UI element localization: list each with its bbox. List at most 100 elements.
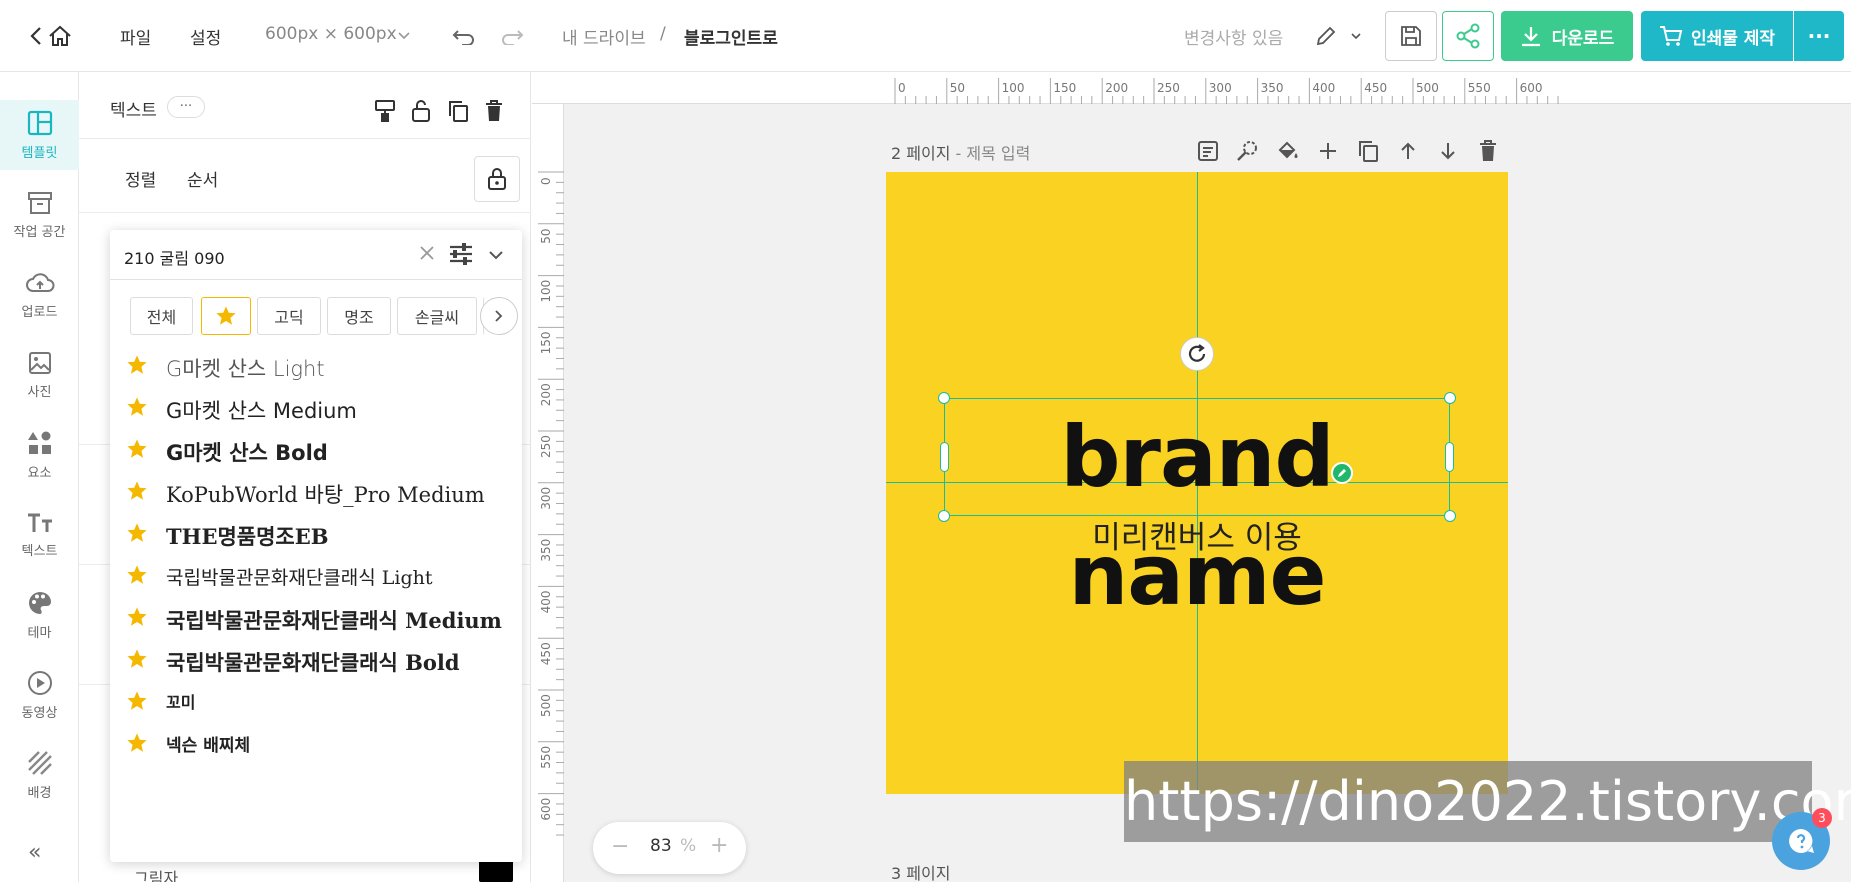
- panel-title: 텍스트: [110, 101, 157, 121]
- rail-label: 작업 공간: [13, 224, 66, 240]
- star-icon[interactable]: [126, 648, 148, 674]
- shadow-color-swatch[interactable]: [479, 860, 513, 882]
- undo-icon[interactable]: [448, 20, 480, 52]
- breadcrumb-current[interactable]: 블로그인트로: [684, 24, 778, 49]
- move-page-down-icon[interactable]: [1433, 136, 1463, 166]
- star-icon[interactable]: [126, 564, 148, 590]
- font-option[interactable]: 국립박물관문화재단클래식 Light: [110, 554, 522, 596]
- unlock-icon[interactable]: [406, 96, 436, 126]
- chevron-down-icon[interactable]: [488, 247, 504, 266]
- font-option[interactable]: G마켓 산스 Medium: [110, 386, 522, 428]
- chip-all[interactable]: 전체: [130, 297, 193, 335]
- ruler-top: 0 50 100 150 200 250 300 350 400 450 500 550 600: [532, 72, 1851, 104]
- rail-item-background[interactable]: 배경: [0, 740, 79, 810]
- print-order-button[interactable]: 인쇄물 제작: [1641, 11, 1793, 61]
- chip-handwriting[interactable]: 손글씨: [397, 297, 477, 335]
- text-icon: [27, 513, 52, 532]
- download-label: 다운로드: [1551, 28, 1615, 49]
- rail-item-text[interactable]: 텍스트: [0, 500, 79, 570]
- download-button[interactable]: 다운로드: [1501, 11, 1633, 61]
- share-button[interactable]: [1442, 11, 1494, 61]
- ruler-left-label: 450: [539, 642, 553, 665]
- star-icon[interactable]: [126, 606, 148, 632]
- chip-favorites[interactable]: [201, 297, 251, 335]
- font-option[interactable]: G마켓 산스 Bold: [110, 428, 522, 470]
- rail-item-theme[interactable]: 테마: [0, 580, 79, 650]
- chip-myeongjo[interactable]: 명조: [327, 297, 391, 335]
- duplicate-page-icon[interactable]: [1353, 136, 1383, 166]
- trash-icon[interactable]: [479, 96, 509, 126]
- rail-label: 텍스트: [21, 543, 58, 559]
- chevron-down-icon[interactable]: [388, 20, 420, 52]
- chips-next-button[interactable]: [480, 297, 518, 335]
- zoom-out-button[interactable]: −: [611, 834, 629, 859]
- font-option[interactable]: G마켓 산스 Light: [110, 344, 522, 386]
- font-search-input[interactable]: 210 굴림 090: [124, 245, 225, 269]
- watermark-url: https://dino2022.tistory.com: [1124, 761, 1851, 842]
- star-icon[interactable]: [126, 690, 148, 716]
- rotate-handle[interactable]: [1180, 337, 1214, 371]
- star-icon[interactable]: [126, 522, 148, 548]
- file-menu[interactable]: 파일: [120, 24, 151, 49]
- star-icon[interactable]: [126, 354, 148, 380]
- rail-item-upload[interactable]: 업로드: [0, 260, 79, 330]
- ruler-top-label: 400: [1312, 81, 1335, 95]
- font-option-label: THE명품명조EB: [166, 524, 329, 549]
- delete-page-icon[interactable]: [1473, 136, 1503, 166]
- zoom-in-button[interactable]: +: [710, 833, 728, 858]
- star-icon[interactable]: [126, 396, 148, 422]
- font-option[interactable]: 넥슨 배찌체: [110, 722, 522, 764]
- star-icon[interactable]: [126, 438, 148, 464]
- copy-icon[interactable]: [443, 96, 473, 126]
- chip-gothic[interactable]: 고딕: [257, 297, 321, 335]
- font-option[interactable]: 국립박물관문화재단클래식 Medium: [110, 596, 522, 638]
- rail-item-photo[interactable]: 사진: [0, 340, 79, 410]
- clear-icon[interactable]: [418, 244, 436, 266]
- zoom-value[interactable]: 83: [650, 836, 672, 856]
- brand-name-text[interactable]: brand name: [944, 398, 1450, 624]
- page-label: 2 페이지 - 제목 입력: [891, 140, 1030, 164]
- font-option[interactable]: KoPubWorld 바탕_Pro Medium: [110, 470, 522, 512]
- settings-menu[interactable]: 설정: [190, 24, 221, 49]
- home-icon[interactable]: [44, 20, 76, 52]
- subtitle-text[interactable]: 미리캔버스 이용: [886, 512, 1508, 557]
- order-tab[interactable]: 순서: [187, 166, 218, 191]
- move-page-up-icon[interactable]: [1393, 136, 1423, 166]
- align-tab[interactable]: 정렬: [125, 166, 156, 191]
- font-option[interactable]: 꼬미: [110, 680, 522, 722]
- paint-bucket-icon[interactable]: [1273, 136, 1303, 166]
- rail-item-template[interactable]: 템플릿: [0, 100, 79, 170]
- print-order-label: 인쇄물 제작: [1690, 28, 1776, 49]
- star-icon[interactable]: [126, 480, 148, 506]
- filter-sliders-icon[interactable]: [448, 242, 474, 270]
- rail-item-workspace[interactable]: 작업 공간: [0, 180, 79, 250]
- star-icon[interactable]: [126, 732, 148, 758]
- magic-wand-icon[interactable]: [1233, 136, 1263, 166]
- memo-icon[interactable]: [1193, 136, 1223, 166]
- breadcrumb-root[interactable]: 내 드라이브: [562, 24, 646, 49]
- lock-button[interactable]: [474, 156, 520, 202]
- save-button[interactable]: [1385, 11, 1437, 61]
- chevron-down-icon[interactable]: [1340, 20, 1372, 52]
- rail-label: 배경: [27, 785, 52, 801]
- rail-item-elements[interactable]: 요소: [0, 420, 79, 490]
- page-title-input[interactable]: - 제목 입력: [956, 144, 1031, 163]
- more-options-button[interactable]: ···: [1794, 11, 1844, 61]
- star-icon: [216, 306, 236, 325]
- ruler-top-label: 150: [1053, 81, 1076, 95]
- redo-icon[interactable]: [496, 20, 528, 52]
- design-page[interactable]: brand name 미리캔버스 이용: [886, 172, 1508, 794]
- collapse-rail-button[interactable]: «: [28, 840, 41, 865]
- add-page-icon[interactable]: [1313, 136, 1343, 166]
- font-option[interactable]: THE명품명조EB: [110, 512, 522, 554]
- panel-more-button[interactable]: ···: [167, 96, 205, 118]
- breadcrumb-separator: /: [660, 24, 666, 44]
- pen-icon[interactable]: [1310, 20, 1342, 52]
- rail-item-video[interactable]: 동영상: [0, 660, 79, 730]
- format-painter-icon[interactable]: [370, 96, 400, 126]
- lock-icon: [488, 168, 506, 190]
- edit-badge[interactable]: [1331, 462, 1353, 484]
- canvas-size-select[interactable]: 600px × 600px: [265, 24, 397, 44]
- ruler-top-label: 450: [1364, 81, 1387, 95]
- font-option[interactable]: 국립박물관문화재단클래식 Bold: [110, 638, 522, 680]
